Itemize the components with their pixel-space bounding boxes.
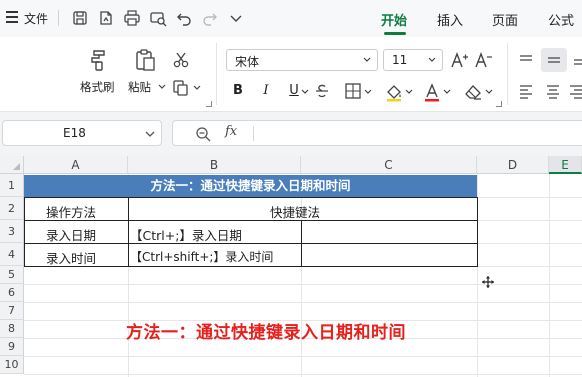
cell-text-time-shortcut: 【Ctrl+shift+;】录入时间 [130, 250, 274, 264]
cell-c3[interactable] [301, 220, 478, 244]
column-header-e[interactable]: E [549, 156, 582, 174]
hamburger-menu-icon[interactable] [6, 11, 18, 23]
align-top-icon[interactable] [517, 51, 535, 69]
undo-icon[interactable] [174, 8, 194, 28]
header-shortcut-method: 快捷键法 [270, 205, 321, 220]
increase-font-icon[interactable] [449, 50, 469, 70]
chevron-down-icon[interactable] [485, 88, 493, 96]
chevron-down-icon[interactable] [301, 88, 309, 96]
cell-reference: E18 [63, 126, 86, 140]
chevron-down-icon[interactable] [443, 88, 451, 96]
font-name-select[interactable]: 宋体 [226, 49, 378, 71]
divider [253, 126, 254, 141]
align-center-icon[interactable] [544, 82, 562, 100]
row-header-4[interactable]: 4 [0, 243, 24, 266]
ribbon-divider [507, 43, 508, 105]
italic-icon[interactable]: I [256, 81, 276, 101]
row-header-5[interactable]: 5 [0, 266, 24, 284]
row-header-3[interactable]: 3 [0, 220, 24, 243]
tab-formula[interactable]: 公式 [548, 10, 574, 29]
cell-text-enter-time: 录入时间 [46, 251, 97, 266]
copy-dropdown-icon[interactable] [193, 84, 201, 92]
chevron-down-icon [145, 131, 155, 137]
tab-home[interactable]: 开始 [381, 10, 407, 29]
align-middle-icon [548, 57, 560, 63]
align-bottom-icon[interactable] [572, 51, 582, 69]
zoom-icon[interactable] [195, 126, 211, 142]
column-header-b[interactable]: B [128, 156, 301, 174]
align-middle-button[interactable] [541, 48, 567, 72]
row-header-8[interactable]: 8 [0, 320, 24, 338]
paste-dropdown-icon [158, 84, 166, 89]
format-painter-icon [91, 50, 105, 71]
paste-icon [136, 49, 155, 71]
chevron-down-icon [363, 57, 371, 62]
font-size-value: 11 [392, 53, 408, 67]
tab-page[interactable]: 页面 [492, 10, 518, 29]
format-painter-label: 格式刷 [80, 80, 115, 94]
template-icon[interactable] [96, 8, 116, 28]
cell-c4[interactable] [301, 243, 478, 267]
borders-icon[interactable] [344, 82, 362, 100]
column-header-d[interactable]: D [477, 156, 549, 174]
gridline [24, 302, 582, 303]
gridline [24, 374, 582, 375]
align-right-icon[interactable] [570, 82, 582, 100]
clear-format-icon[interactable] [463, 82, 483, 102]
cell-text-date-shortcut: 【Ctrl+;】录入日期 [130, 228, 242, 243]
bold-icon[interactable]: B [228, 81, 248, 101]
row-header-10[interactable]: 10 [0, 356, 24, 374]
table-title-cell[interactable]: 方法一：通过快捷键录入日期和时间 [24, 175, 477, 197]
header-operation-method: 操作方法 [46, 205, 97, 220]
row-header-1[interactable]: 1 [0, 174, 24, 197]
redo-icon[interactable] [200, 8, 220, 28]
strikethrough-icon[interactable] [313, 82, 331, 100]
row-header-2[interactable]: 2 [0, 197, 24, 220]
formula-input-area[interactable]: fx [172, 120, 582, 146]
active-tab-indicator [384, 32, 406, 35]
ribbon-toolbar: 格式刷 粘贴 宋体 11 B I U [0, 37, 582, 112]
cut-icon[interactable] [172, 51, 190, 69]
chevron-down-icon[interactable] [364, 88, 372, 96]
save-icon[interactable] [70, 8, 90, 28]
align-left-icon[interactable] [517, 82, 535, 100]
gridline [24, 284, 582, 285]
font-color-icon[interactable] [422, 82, 442, 102]
fx-icon[interactable]: fx [225, 124, 237, 139]
format-painter-button[interactable]: 格式刷 [80, 45, 120, 97]
select-all-corner[interactable] [0, 156, 24, 174]
paste-button[interactable]: 粘贴 [128, 45, 172, 97]
ribbon-divider [216, 43, 217, 105]
file-menu[interactable]: 文件 [24, 10, 48, 27]
clipboard-launcher-icon[interactable] [206, 101, 212, 107]
font-size-select[interactable]: 11 [383, 49, 443, 71]
divider [58, 10, 59, 26]
row-header-7[interactable]: 7 [0, 302, 24, 320]
spreadsheet-grid: A B C D E 1 2 3 4 5 6 7 8 9 10 方法一：通过快捷键… [0, 156, 582, 377]
copy-icon[interactable] [172, 79, 190, 97]
column-header-a[interactable]: A [24, 156, 128, 174]
font-name-value: 宋体 [235, 55, 260, 69]
chevron-down-icon[interactable] [226, 8, 246, 28]
print-preview-icon[interactable] [148, 8, 168, 28]
tab-insert[interactable]: 插入 [437, 10, 463, 29]
chevron-down-icon [428, 57, 436, 62]
menu-bar: 文件 开始 插入 页面 公式 [0, 0, 582, 37]
gridline [24, 356, 582, 357]
cell-text-enter-date: 录入日期 [46, 228, 97, 243]
row-header-9[interactable]: 9 [0, 338, 24, 356]
row-header-6[interactable]: 6 [0, 284, 24, 302]
font-launcher-icon[interactable] [496, 101, 502, 107]
gridline [549, 174, 550, 377]
paste-label: 粘贴 [128, 80, 151, 94]
column-header-c[interactable]: C [301, 156, 477, 174]
formula-bar: E18 fx [0, 112, 582, 156]
chevron-down-icon[interactable] [405, 88, 413, 96]
fill-color-icon[interactable] [384, 82, 404, 102]
move-cursor-icon [482, 276, 494, 288]
decrease-font-icon[interactable] [473, 50, 493, 70]
print-icon[interactable] [122, 8, 142, 28]
red-caption-text: 方法一：通过快捷键录入日期和时间 [126, 323, 406, 343]
name-box[interactable]: E18 [2, 120, 162, 146]
